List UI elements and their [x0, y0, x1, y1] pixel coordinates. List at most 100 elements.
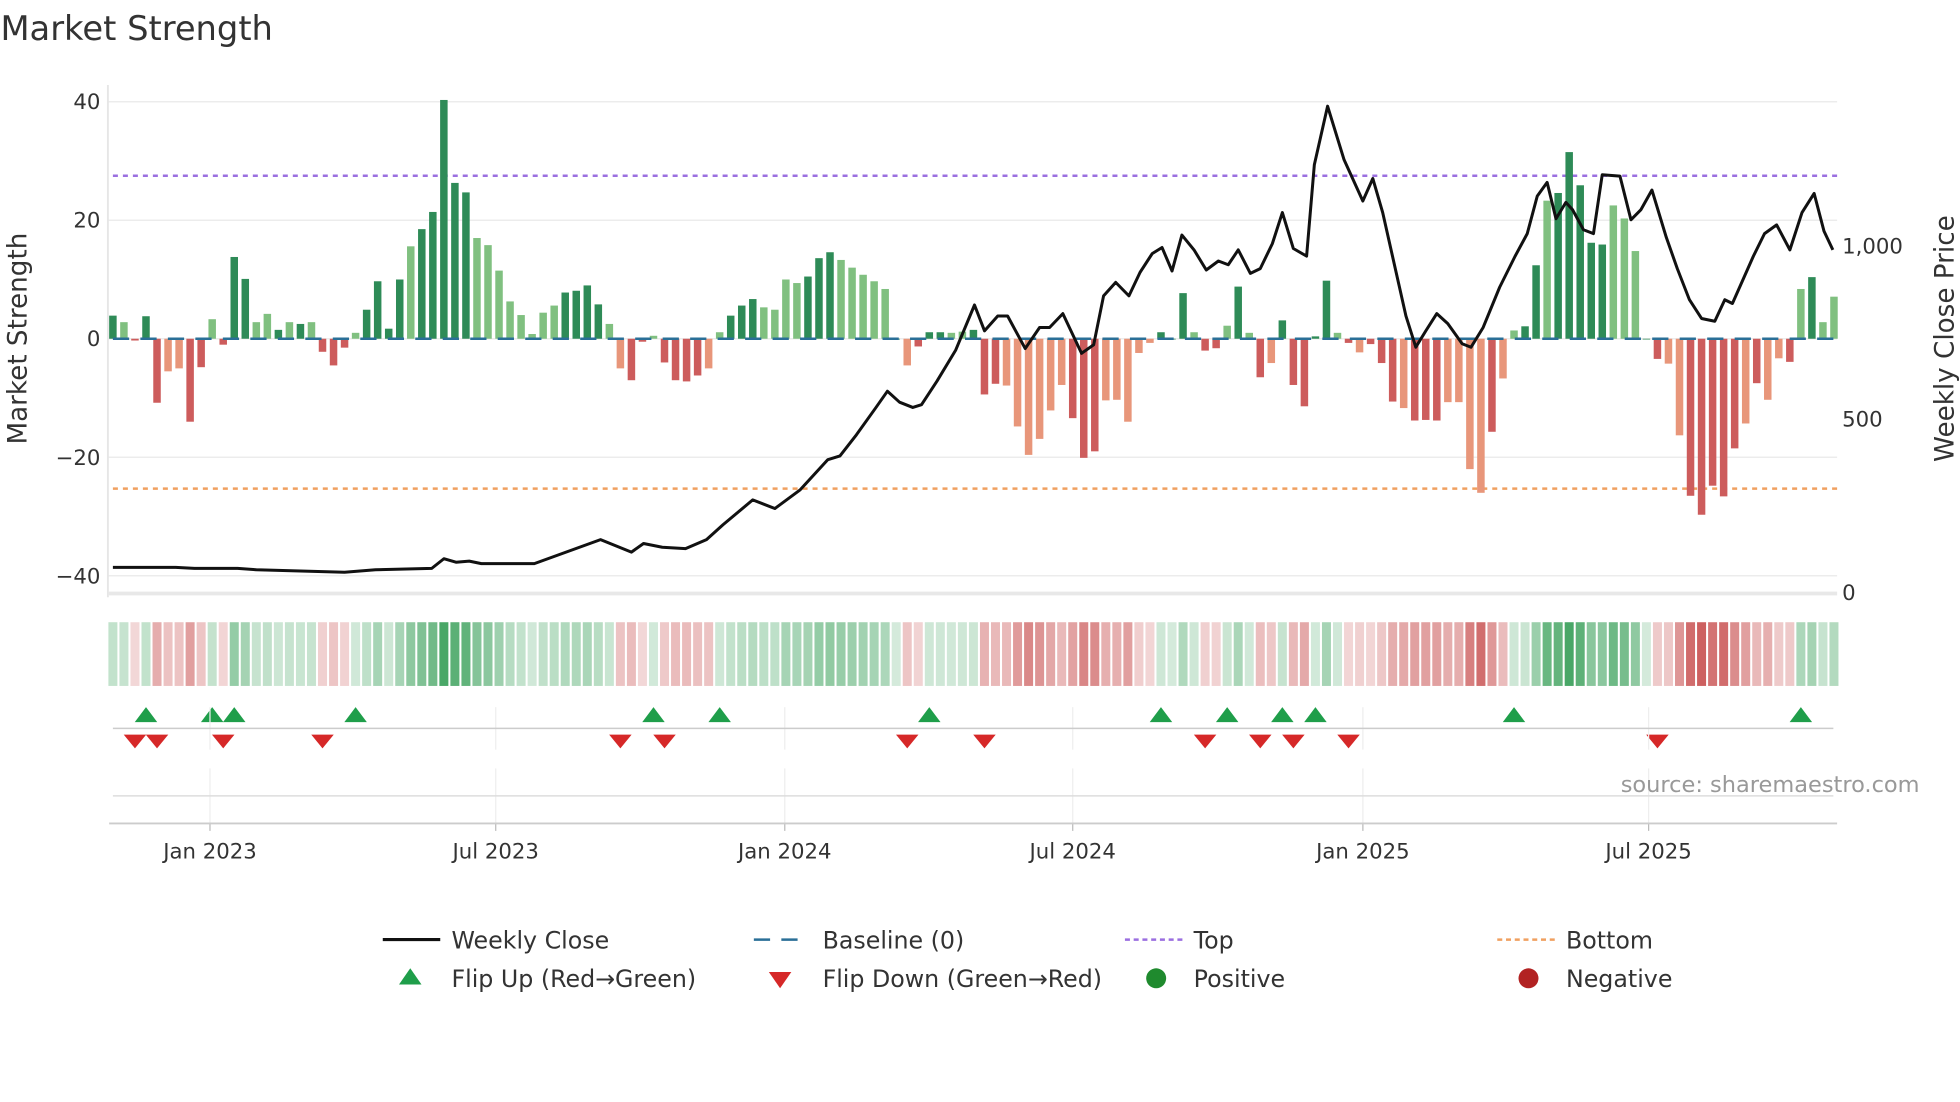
- flip-down-marker: [1249, 734, 1272, 749]
- strip-cell: [1377, 622, 1387, 686]
- strength-bar: [848, 267, 856, 339]
- strength-bar: [859, 274, 867, 339]
- legend-label: Flip Up (Red→Green): [451, 965, 696, 993]
- strength-bar: [1278, 320, 1287, 339]
- strip-cell: [1608, 622, 1618, 686]
- strip-cell: [1432, 622, 1442, 686]
- strip-cell: [1178, 622, 1188, 686]
- strength-bar: [1377, 338, 1386, 364]
- strip-cell: [472, 622, 482, 686]
- strip-cell: [329, 622, 339, 686]
- flip-down-marker: [311, 734, 334, 749]
- strip-cell: [1498, 622, 1508, 686]
- strength-bar: [418, 229, 426, 339]
- strip-cell: [968, 622, 978, 686]
- strength-bar: [837, 259, 845, 339]
- strength-bar: [804, 276, 812, 339]
- strength-bar: [1024, 338, 1033, 455]
- strength-bar: [1046, 338, 1055, 411]
- strip-cell: [1487, 622, 1497, 686]
- strength-bar: [583, 285, 592, 339]
- strength-bar: [1752, 338, 1761, 384]
- strength-bar: [1124, 338, 1132, 422]
- strip-cell: [1829, 622, 1839, 686]
- strip-cell: [1299, 622, 1309, 686]
- strip-cell: [340, 622, 350, 686]
- strip-cell: [1619, 622, 1629, 686]
- strip-cell: [1057, 622, 1067, 686]
- strip-cell: [715, 622, 725, 686]
- flip-up-marker: [1149, 707, 1173, 723]
- strength-bar: [307, 322, 316, 339]
- strength-bar: [1146, 338, 1154, 343]
- strength-bar: [1057, 338, 1066, 385]
- legend-label: Baseline (0): [823, 926, 965, 954]
- strength-bar: [539, 312, 547, 339]
- strength-bar: [153, 338, 161, 403]
- strength-bar: [506, 301, 514, 339]
- strength-bar: [1013, 338, 1022, 427]
- strength-bar: [384, 328, 393, 339]
- strength-bar: [903, 338, 911, 366]
- strip-cell: [1388, 622, 1398, 686]
- strength-bar: [1797, 288, 1805, 339]
- strength-bar: [517, 315, 525, 339]
- flip-up-marker: [134, 707, 158, 723]
- strip-cell: [582, 622, 592, 686]
- strip-cell: [1752, 622, 1762, 686]
- strength-bar: [815, 258, 823, 339]
- strength-bar: [1223, 325, 1231, 339]
- flip-down-marker: [895, 734, 919, 749]
- strength-bar: [395, 279, 404, 339]
- strip-cell: [1266, 622, 1276, 686]
- strength-bar: [1035, 338, 1044, 439]
- flip-up-marker: [1502, 707, 1526, 723]
- strip-cell: [1068, 622, 1078, 686]
- strength-bar: [362, 309, 371, 339]
- strength-bar: [1433, 338, 1441, 421]
- strip-cell: [1366, 622, 1376, 686]
- legend-label: Bottom: [1566, 926, 1653, 954]
- strength-bar: [473, 238, 481, 339]
- strength-bar: [1620, 218, 1629, 339]
- strip-cell: [1542, 622, 1552, 686]
- strength-bar: [1741, 338, 1750, 424]
- strip-cell: [1763, 622, 1773, 686]
- strength-bar: [782, 279, 790, 339]
- strip-cell: [318, 622, 328, 686]
- strip-cell: [505, 622, 515, 686]
- y2-axis-label: Weekly Close Price: [1930, 215, 1960, 462]
- strength-bar: [1697, 338, 1706, 515]
- strip-cell: [1741, 622, 1751, 686]
- y-tick-label: 20: [73, 209, 100, 234]
- strength-bar: [1775, 338, 1783, 359]
- strip-cell: [163, 622, 173, 686]
- strip-cell: [1046, 622, 1056, 686]
- flip-down-marker: [609, 734, 632, 749]
- strength-bar: [1201, 338, 1209, 351]
- strip-cell: [130, 622, 140, 686]
- strength-bar: [1565, 152, 1573, 339]
- strength-bar: [1289, 338, 1298, 385]
- flip-up-marker: [1215, 707, 1239, 723]
- strength-bar: [726, 315, 735, 339]
- strength-bar: [1543, 200, 1551, 339]
- strip-cell: [1222, 622, 1232, 686]
- legend: Weekly Close Baseline (0) Top Bottom Flip Up…: [382, 926, 1672, 993]
- strip-cell: [373, 622, 383, 686]
- strength-bar: [241, 278, 250, 339]
- strip-cell: [1112, 622, 1122, 686]
- strip-cell: [770, 622, 780, 686]
- flip-down-marker: [973, 734, 996, 749]
- strength-heat-strip: [108, 622, 1839, 686]
- strip-cell: [1410, 622, 1420, 686]
- source-credit: source: sharemaestro.com: [1621, 772, 1920, 798]
- strip-cell: [1189, 622, 1199, 686]
- strip-cell: [351, 622, 361, 686]
- y-tick-label: 0: [87, 327, 101, 352]
- strength-bar: [991, 338, 1000, 384]
- legend-label: Negative: [1566, 965, 1672, 993]
- strip-cell: [417, 622, 427, 686]
- y2-tick-label: 0: [1842, 581, 1856, 606]
- flip-up-marker: [200, 707, 224, 723]
